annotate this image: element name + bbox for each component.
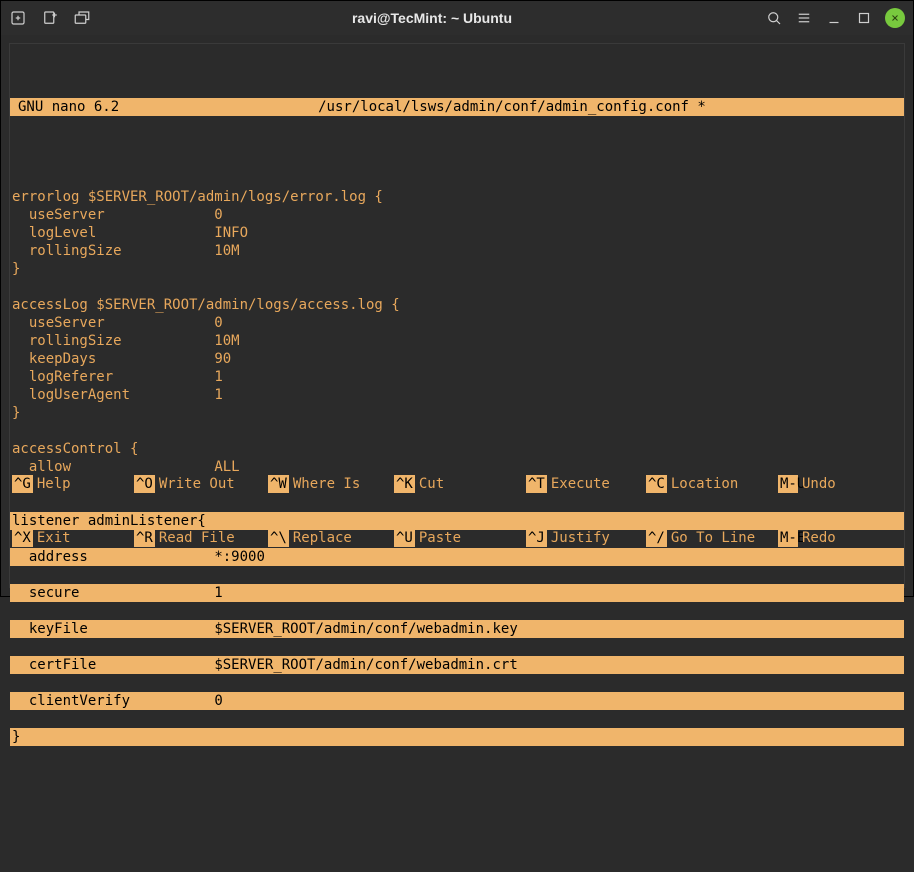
nano-header: GNU nano 6.2 /usr/local/lsws/admin/conf/… [10,98,904,116]
nano-filepath: /usr/local/lsws/admin/conf/admin_config.… [122,98,902,116]
shortcut-label: Exit [37,529,123,547]
shortcut: ^GHelp [12,475,134,493]
shortcut-key: ^U [394,529,415,547]
highlighted-line: certFile $SERVER_ROOT/admin/conf/webadmi… [10,656,904,674]
highlighted-line: clientVerify 0 [10,692,904,710]
shortcut: ^JJustify [526,529,646,547]
config-entry: useServer 0 [10,207,225,223]
config-entry: rollingSize 10M [10,333,242,349]
shortcut: ^UPaste [394,529,526,547]
shortcut-key: ^X [12,529,33,547]
shortcut-key: ^R [134,529,155,547]
config-entry: logReferer 1 [10,369,225,385]
shortcut-label: Paste [419,529,505,547]
shortcut: ^TExecute [526,475,646,493]
shortcut-label: Go To Line [671,529,757,547]
window-titlebar: ravi@TecMint: ~ Ubuntu [1,1,913,35]
shortcut-key: M-U [778,475,798,493]
shortcut-label: Location [671,475,757,493]
maximize-icon[interactable] [855,9,873,27]
shortcut: ^KCut [394,475,526,493]
shortcut-label: Replace [293,529,379,547]
close-button[interactable] [885,8,905,28]
nano-shortcuts: ^GHelp^OWrite Out^WWhere Is^KCut^TExecut… [10,439,904,583]
shortcut: ^CLocation [646,475,778,493]
terminal[interactable]: GNU nano 6.2 /usr/local/lsws/admin/conf/… [9,43,905,588]
shortcut: ^XExit [12,529,134,547]
config-entry: logLevel INFO [10,225,250,241]
shortcut-key: ^T [526,475,547,493]
highlighted-line: secure 1 [10,584,904,602]
shortcut-key: ^/ [646,529,667,547]
shortcut: ^\Replace [268,529,394,547]
shortcut-label: Write Out [159,475,245,493]
shortcut-label: Justify [551,529,637,547]
close-brace: } [10,405,22,421]
search-icon[interactable] [765,9,783,27]
close-brace: } [10,261,22,277]
section-header: accessLog $SERVER_ROOT/admin/logs/access… [10,297,402,313]
shortcut: M-UUndo [778,475,858,493]
nano-version: GNU nano 6.2 [12,98,122,116]
shortcut-label: Execute [551,475,637,493]
new-tab-icon[interactable] [9,9,27,27]
shortcut-key: M-E [778,529,798,547]
shortcut: ^RRead File [134,529,268,547]
blank-line [10,423,22,439]
shortcut-key: ^O [134,475,155,493]
config-entry: rollingSize 10M [10,243,242,259]
blank-line [10,279,22,295]
shortcut-key: ^G [12,475,33,493]
shortcut-label: Where Is [293,475,379,493]
menu-icon[interactable] [795,9,813,27]
shortcut-key: ^W [268,475,289,493]
shortcut-label: Help [37,475,123,493]
shortcut: ^/Go To Line [646,529,778,547]
share-icon[interactable] [73,9,91,27]
shortcut-label: Read File [159,529,245,547]
config-entry: logUserAgent 1 [10,387,225,403]
shortcut-key: ^\ [268,529,289,547]
shortcut: M-ERedo [778,529,858,547]
minimize-icon[interactable] [825,9,843,27]
shortcut-label: Redo [802,529,888,547]
window-title: ravi@TecMint: ~ Ubuntu [129,10,735,26]
new-window-icon[interactable] [41,9,59,27]
section-header: errorlog $SERVER_ROOT/admin/logs/error.l… [10,189,385,205]
shortcut-label: Cut [419,475,505,493]
highlighted-line: keyFile $SERVER_ROOT/admin/conf/webadmin… [10,620,904,638]
config-entry: useServer 0 [10,315,225,331]
config-entry: keepDays 90 [10,351,233,367]
shortcut-label: Undo [802,475,888,493]
shortcut-key: ^J [526,529,547,547]
shortcut-key: ^C [646,475,667,493]
shortcut: ^OWrite Out [134,475,268,493]
shortcut: ^WWhere Is [268,475,394,493]
highlighted-line: } [10,728,904,746]
shortcut-key: ^K [394,475,415,493]
